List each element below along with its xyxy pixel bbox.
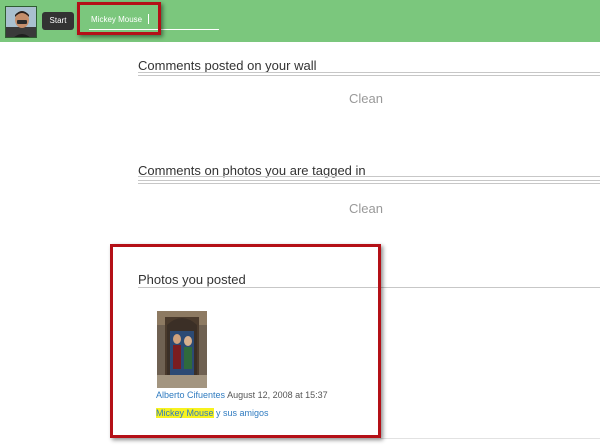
- section-divider: [138, 176, 600, 184]
- photos-highlight-box: [110, 244, 381, 438]
- status-text-tagged: Clean: [349, 201, 383, 216]
- section-divider: [138, 72, 600, 76]
- section-divider: [380, 438, 600, 439]
- status-text-wall: Clean: [349, 91, 383, 106]
- section-title-wall: Comments posted on your wall: [138, 58, 317, 73]
- avatar-icon: [6, 7, 36, 37]
- avatar[interactable]: [5, 6, 37, 38]
- search-highlight-box: [77, 2, 161, 35]
- start-button[interactable]: Start: [42, 12, 74, 30]
